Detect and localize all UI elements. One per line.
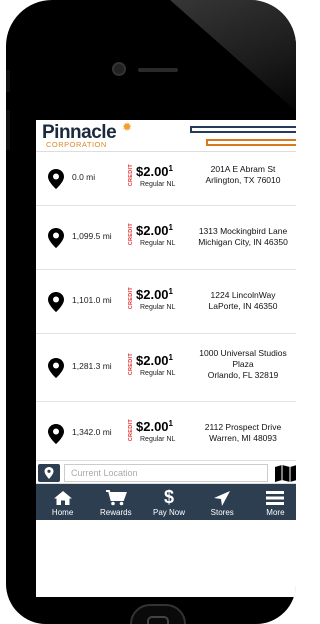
app-header: Pinnacle ✹ CORPORATION — [36, 120, 296, 152]
gear-icon: ✹ — [122, 120, 133, 134]
station-price: $2.001 — [136, 223, 173, 238]
location-search-bar — [36, 460, 296, 484]
phone-home-button[interactable] — [130, 604, 186, 624]
map-pin-icon — [48, 424, 64, 444]
credit-label: CREDIT — [128, 287, 134, 310]
station-price: $2.001 — [136, 287, 173, 302]
nav-rewards[interactable]: Rewards — [89, 484, 142, 520]
empty-area — [36, 520, 296, 597]
station-distance: 0.0 mi — [72, 172, 96, 182]
station-row[interactable]: 0.0 mi CREDIT $2.001 Regular NL 201A E A… — [36, 152, 296, 206]
station-address: 2112 Prospect Drive Warren, MI 48093 — [184, 422, 296, 444]
speaker-grille — [138, 68, 178, 72]
price-main: $2.00 — [136, 419, 169, 434]
phone-side-button — [6, 70, 10, 92]
nav-stores-label: Stores — [210, 507, 234, 517]
nav-more[interactable]: More — [249, 484, 296, 520]
nav-rewards-label: Rewards — [100, 507, 132, 517]
station-distance: 1,281.3 mi — [72, 361, 112, 371]
nav-home-label: Home — [51, 507, 74, 517]
station-address: 1313 Mockingbird Lane Michigan City, IN … — [184, 226, 296, 248]
station-distance: 1,099.5 mi — [72, 231, 112, 241]
address-line: 1313 Mockingbird Lane — [198, 226, 288, 236]
phone-side-button — [6, 110, 10, 150]
locate-button[interactable] — [38, 464, 60, 482]
station-row[interactable]: 1,101.0 mi CREDIT $2.001 Regular NL 1224… — [36, 270, 296, 334]
address-line: LaPorte, IN 46350 — [208, 301, 278, 311]
price-tenths: 1 — [168, 287, 173, 296]
map-pin-icon — [44, 467, 54, 479]
station-price: $2.001 — [136, 164, 173, 179]
menu-bar-orange — [206, 139, 296, 146]
phone-frame: Pinnacle ✹ CORPORATION 0.0 mi CREDIT $2.… — [6, 0, 296, 624]
station-list: 0.0 mi CREDIT $2.001 Regular NL 201A E A… — [36, 152, 296, 466]
hamburger-icon — [266, 490, 285, 505]
map-pin-icon — [48, 292, 64, 312]
fuel-grade: Regular NL — [140, 181, 176, 188]
home-icon — [53, 490, 72, 505]
address-line: Orlando, FL 32819 — [207, 370, 279, 380]
location-input[interactable] — [64, 464, 268, 482]
map-pin-icon — [48, 169, 64, 189]
nav-paynow-label: Pay Now — [153, 507, 186, 517]
price-main: $2.00 — [136, 223, 169, 238]
map-pin-icon — [48, 358, 64, 378]
station-row[interactable]: 1,099.5 mi CREDIT $2.001 Regular NL 1313… — [36, 206, 296, 270]
map-button[interactable] — [274, 464, 296, 482]
station-address: 201A E Abram St Arlington, TX 76010 — [184, 164, 296, 186]
address-line: 1224 LincolnWay — [210, 290, 276, 300]
nav-home[interactable]: Home — [36, 484, 89, 520]
credit-label: CREDIT — [128, 164, 134, 187]
menu-bar-blue — [190, 126, 296, 133]
credit-label: CREDIT — [128, 419, 134, 442]
station-row[interactable]: 1,342.0 mi CREDIT $2.001 Regular NL 2112… — [36, 402, 296, 466]
phone-gloss — [170, 0, 296, 120]
location-arrow-icon — [214, 490, 231, 506]
address-line: Arlington, TX 76010 — [205, 175, 281, 185]
station-row[interactable]: 1,281.3 mi CREDIT $2.001 Regular NL 1000… — [36, 334, 296, 402]
price-tenths: 1 — [168, 419, 173, 428]
fuel-grade: Regular NL — [140, 436, 176, 443]
map-pin-icon — [48, 228, 64, 248]
credit-label: CREDIT — [128, 223, 134, 246]
logo-subtitle: CORPORATION — [46, 140, 107, 149]
price-tenths: 1 — [168, 223, 173, 232]
nav-stores[interactable]: Stores — [196, 484, 249, 520]
address-line: Michigan City, IN 46350 — [198, 237, 288, 247]
address-line: 2112 Prospect Drive — [204, 422, 282, 432]
menu-button[interactable] — [190, 122, 296, 148]
address-line: Warren, MI 48093 — [209, 433, 277, 443]
app-screen: Pinnacle ✹ CORPORATION 0.0 mi CREDIT $2.… — [36, 120, 296, 597]
address-line: Plaza — [232, 359, 254, 369]
camera-icon — [112, 62, 126, 76]
cart-icon — [105, 489, 127, 505]
price-tenths: 1 — [168, 164, 173, 173]
address-line: 1000 Universal Studios — [199, 348, 287, 358]
station-distance: 1,342.0 mi — [72, 427, 112, 437]
nav-paynow[interactable]: $ Pay Now — [142, 484, 195, 520]
price-main: $2.00 — [136, 164, 169, 179]
station-address: 1000 Universal Studios Plaza Orlando, FL… — [184, 348, 296, 381]
dollar-icon: $ — [164, 486, 175, 507]
credit-label: CREDIT — [128, 353, 134, 376]
fuel-grade: Regular NL — [140, 370, 176, 377]
station-address: 1224 LincolnWay LaPorte, IN 46350 — [184, 290, 296, 312]
station-price: $2.001 — [136, 353, 173, 368]
price-main: $2.00 — [136, 287, 169, 302]
logo: Pinnacle ✹ CORPORATION — [42, 120, 172, 150]
map-icon — [275, 465, 296, 482]
home-square-icon — [147, 616, 169, 624]
fuel-grade: Regular NL — [140, 240, 176, 247]
station-distance: 1,101.0 mi — [72, 295, 112, 305]
price-tenths: 1 — [168, 353, 173, 362]
address-line: 201A E Abram St — [210, 164, 276, 174]
station-price: $2.001 — [136, 419, 173, 434]
price-main: $2.00 — [136, 353, 169, 368]
nav-more-label: More — [266, 507, 285, 517]
bottom-nav: Home Rewards $ Pay Now Stores More — [36, 484, 296, 520]
fuel-grade: Regular NL — [140, 304, 176, 311]
